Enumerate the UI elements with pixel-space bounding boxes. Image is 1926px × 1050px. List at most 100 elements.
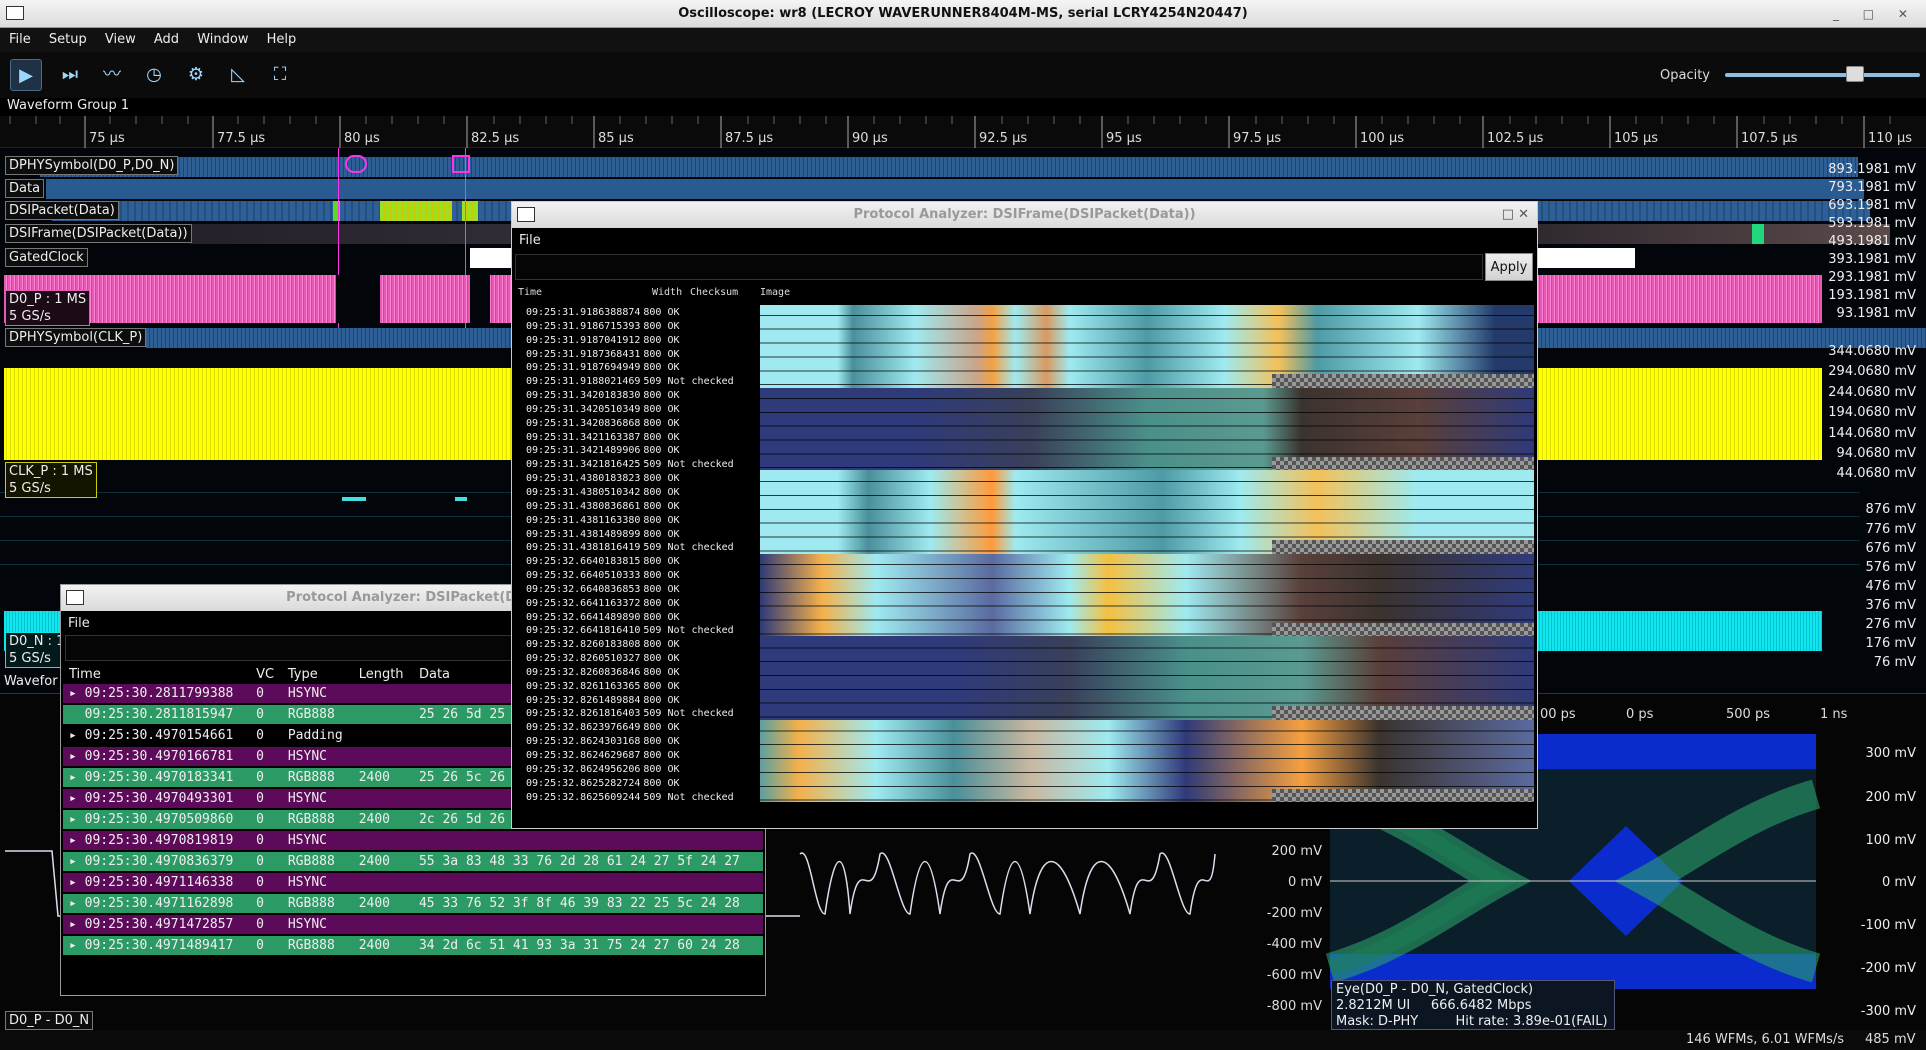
history-icon[interactable]: ◷	[138, 59, 170, 91]
frame-row[interactable]: 09:25:32.6641163372 800 OK	[512, 597, 759, 611]
frame-row[interactable]: 09:25:32.8260836846 800 OK	[512, 666, 759, 680]
expand-arrow-icon[interactable]: ▸	[69, 686, 85, 701]
settings-icon[interactable]: ⚙	[180, 59, 212, 91]
expand-arrow-icon[interactable]: ▸	[69, 875, 85, 890]
menu-view[interactable]: View	[96, 28, 141, 47]
frame-row[interactable]: 09:25:32.8625609244 509 Not checked	[512, 791, 759, 802]
frame-row[interactable]: 09:25:32.8260510327 800 OK	[512, 652, 759, 666]
channel-label-clkp[interactable]: CLK_P : 1 MS 5 GS/s	[5, 462, 97, 498]
frame-row[interactable]: 09:25:32.6640183815 800 OK	[512, 555, 759, 569]
table-row[interactable]: ▸ 09:25:30.4970819819 0 HSYNC	[63, 831, 763, 850]
col-header-vc[interactable]: VC	[250, 667, 282, 682]
table-row[interactable]: ▸ 09:25:30.4971146338 0 HSYNC	[63, 873, 763, 892]
col-header-image[interactable]: Image	[760, 287, 790, 298]
frame-row[interactable]: 09:25:31.9187368431 800 OK	[512, 348, 759, 362]
table-row[interactable]: ▸ 09:25:30.4971472857 0 HSYNC	[63, 915, 763, 934]
channel-label[interactable]: DSIPacket(Data)	[5, 201, 119, 220]
frame-row[interactable]: 09:25:32.6641489890 800 OK	[512, 611, 759, 625]
channel-label[interactable]: D0_P - D0_N	[5, 1011, 94, 1030]
frame-row[interactable]: 09:25:31.4381163380 800 OK	[512, 514, 759, 528]
ruler-label: 97.5 µs	[1233, 131, 1281, 146]
frame-row[interactable]: 09:25:31.3421489906 800 OK	[512, 444, 759, 458]
zoom-fit-icon[interactable]: ⛶	[264, 59, 296, 91]
frame-row[interactable]: 09:25:32.8261489884 800 OK	[512, 694, 759, 708]
expand-arrow-icon[interactable]: ▸	[69, 938, 85, 953]
frame-row[interactable]: 09:25:31.4380510342 800 OK	[512, 486, 759, 500]
frame-row[interactable]: 09:25:31.4381816419 509 Not checked	[512, 541, 759, 555]
frame-checksum: OK	[667, 653, 680, 665]
expand-arrow-icon[interactable]: ▸	[69, 791, 85, 806]
table-row[interactable]: ▸ 09:25:30.4971162898 0 RGB888 2400 45 33 76…	[63, 894, 763, 913]
step-icon[interactable]: ⏭	[54, 59, 86, 91]
packet-type: HSYNC	[287, 791, 327, 806]
menu-file[interactable]: File	[0, 28, 36, 47]
frame-table[interactable]: 09:25:31.9186388874 800 OK 09:25:31.9186715…	[512, 302, 1537, 802]
opacity-slider-handle[interactable]	[1846, 66, 1864, 82]
frame-filter-input[interactable]	[515, 254, 1483, 280]
channel-label[interactable]: DPHYSymbol(D0_P,D0_N)	[5, 156, 179, 175]
table-row[interactable]: ▸ 09:25:30.4970836379 0 RGB888 2400 55 3a 83…	[63, 852, 763, 871]
channel-label-d0p[interactable]: D0_P : 1 MS 5 GS/s	[5, 290, 91, 326]
frame-row[interactable]: 09:25:32.6640510333 800 OK	[512, 569, 759, 583]
frame-row[interactable]: 09:25:32.8624956206 800 OK	[512, 763, 759, 777]
apply-button[interactable]: Apply	[1485, 253, 1533, 281]
col-header-width[interactable]: Width	[652, 287, 682, 298]
frame-row[interactable]: 09:25:32.6640836853 800 OK	[512, 583, 759, 597]
frame-row[interactable]: 09:25:31.4380183823 800 OK	[512, 472, 759, 486]
expand-arrow-icon[interactable]: ▸	[69, 854, 85, 869]
expand-arrow-icon[interactable]: ▸	[69, 812, 85, 827]
frame-analyzer-titlebar[interactable]: Protocol Analyzer: DSIFrame(DSIPacket(Da…	[512, 202, 1537, 228]
frame-row[interactable]: 09:25:31.9186715393 800 OK	[512, 320, 759, 334]
menu-add[interactable]: Add	[145, 28, 184, 47]
menu-window[interactable]: Window	[188, 28, 253, 47]
expand-arrow-icon[interactable]: ▸	[69, 728, 85, 743]
frame-row[interactable]: 09:25:31.9186388874 800 OK	[512, 306, 759, 320]
expand-arrow-icon[interactable]: ▸	[69, 917, 85, 932]
close-icon[interactable]: □ ✕	[1502, 202, 1529, 228]
col-header-time[interactable]: Time	[63, 667, 250, 682]
frame-row[interactable]: 09:25:31.3420836868 800 OK	[512, 417, 759, 431]
frame-row[interactable]: 09:25:32.8261163365 800 OK	[512, 680, 759, 694]
window-controls[interactable]: _ □ ✕	[1833, 0, 1918, 28]
menu-setup[interactable]: Setup	[40, 28, 92, 47]
col-header-checksum[interactable]: Checksum	[690, 287, 738, 298]
col-header-type[interactable]: Type	[282, 667, 353, 682]
frame-row[interactable]: 09:25:32.6641816410 509 Not checked	[512, 624, 759, 638]
channel-label[interactable]: DPHYSymbol(CLK_P)	[5, 328, 147, 347]
frame-row[interactable]: 09:25:31.9187694949 800 OK	[512, 361, 759, 375]
frame-analyzer-menu-file[interactable]: File	[512, 228, 1537, 252]
col-header-length[interactable]: Length	[353, 667, 413, 682]
frame-row[interactable]: 09:25:32.8624303168 800 OK	[512, 735, 759, 749]
expand-arrow-icon[interactable]: ▸	[69, 896, 85, 911]
cursor-icon[interactable]: ◺	[222, 59, 254, 91]
expand-arrow-icon[interactable]: ▸	[69, 770, 85, 785]
frame-row[interactable]: 09:25:32.8260183808 800 OK	[512, 638, 759, 652]
frame-row[interactable]: 09:25:31.9188021469 509 Not checked	[512, 375, 759, 389]
frame-row[interactable]: 09:25:32.8624629687 800 OK	[512, 749, 759, 763]
frame-row[interactable]: 09:25:32.8625282724 800 OK	[512, 777, 759, 791]
col-header-time[interactable]: Time	[518, 287, 542, 298]
frame-row[interactable]: 09:25:31.4380836861 800 OK	[512, 500, 759, 514]
channel-label[interactable]: DSIFrame(DSIPacket(Data))	[5, 224, 192, 243]
frame-row[interactable]: 09:25:31.3421163387 800 OK	[512, 431, 759, 445]
play-icon[interactable]: ▶	[10, 59, 42, 91]
frame-row[interactable]: 09:25:31.3420510349 800 OK	[512, 403, 759, 417]
frame-row[interactable]: 09:25:31.4381489899 800 OK	[512, 528, 759, 542]
frame-row[interactable]: 09:25:32.8623976649 800 OK	[512, 721, 759, 735]
expand-arrow-icon[interactable]	[69, 707, 85, 722]
packet-type: HSYNC	[287, 833, 327, 848]
channel-label[interactable]: Data	[5, 179, 45, 198]
channel-label-d0n[interactable]: D0_N : 1 5 GS/s	[5, 632, 69, 668]
channel-label[interactable]: GatedClock	[5, 248, 88, 267]
waveform-icon[interactable]: 〰	[96, 59, 128, 91]
expand-arrow-icon[interactable]: ▸	[69, 833, 85, 848]
frame-row[interactable]: 09:25:32.8261816403 509 Not checked	[512, 707, 759, 721]
opacity-slider[interactable]	[1725, 73, 1920, 77]
frame-row[interactable]: 09:25:31.3420183830 800 OK	[512, 389, 759, 403]
menu-help[interactable]: Help	[258, 28, 302, 47]
expand-arrow-icon[interactable]: ▸	[69, 749, 85, 764]
frame-row[interactable]: 09:25:31.9187041912 800 OK	[512, 334, 759, 348]
time-ruler[interactable]: 75 µs 77.5 µs 80 µs 82.5 µs 85 µs 87.5 µ…	[0, 116, 1926, 148]
frame-row[interactable]: 09:25:31.3421816425 509 Not checked	[512, 458, 759, 472]
table-row[interactable]: ▸ 09:25:30.4971489417 0 RGB888 2400 34 2d 6c…	[63, 936, 763, 955]
